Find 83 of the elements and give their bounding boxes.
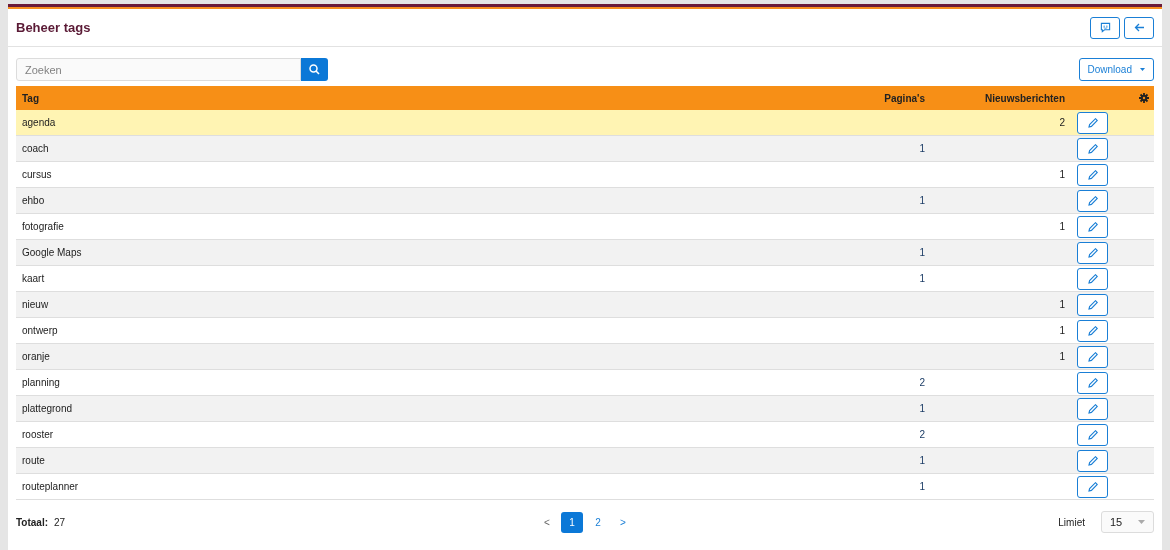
limit-dropdown[interactable]: 15 (1101, 511, 1154, 533)
pages-count: 1 (919, 455, 925, 466)
pages-count: 2 (919, 429, 925, 440)
edit-button[interactable] (1077, 345, 1108, 368)
search-icon (309, 64, 320, 75)
pencil-icon (1087, 325, 1098, 336)
pencil-icon (1087, 247, 1098, 258)
page-link[interactable]: 1 (561, 511, 583, 533)
caret-icon (1140, 68, 1145, 71)
edit-button[interactable] (1077, 137, 1108, 160)
tag-cell-text: oranje (21, 350, 51, 364)
search-field[interactable]: Zoeken (16, 58, 301, 81)
pages-count: 1 (919, 143, 925, 154)
feedback-button[interactable] (1090, 16, 1120, 39)
pencil-icon (1087, 403, 1098, 414)
tag-cell-text: plattegrond (21, 402, 74, 416)
edit-button[interactable] (1077, 397, 1108, 420)
tag-cell-text: kaart (21, 272, 46, 286)
arrow-left-icon (1133, 23, 1145, 32)
tag-cell-text: ontwerp (21, 324, 59, 338)
tag-cell-text: ehbo (21, 194, 46, 208)
tag-cell-text: route (21, 454, 46, 468)
edit-button[interactable] (1077, 189, 1108, 212)
news-count: 1 (1059, 169, 1065, 180)
pages-count: 1 (919, 247, 925, 258)
pencil-icon (1087, 429, 1098, 440)
pencil-icon (1087, 143, 1098, 154)
news-count: 1 (1059, 351, 1065, 362)
page-link[interactable]: 2 (587, 511, 609, 533)
pages-count: 2 (919, 377, 925, 388)
edit-button[interactable] (1077, 475, 1108, 498)
news-count: 1 (1059, 299, 1065, 310)
column-header: Pagina's (883, 91, 925, 106)
download-button[interactable]: Download (1078, 58, 1154, 81)
news-count: 1 (1059, 325, 1065, 336)
tag-cell-text: Google Maps (21, 246, 83, 260)
search-button[interactable] (301, 58, 328, 81)
edit-button[interactable] (1077, 267, 1108, 290)
total-value: 27 (54, 515, 66, 530)
edit-button[interactable] (1077, 163, 1108, 186)
limit-label: Limiet (1058, 515, 1085, 530)
pencil-icon (1087, 117, 1098, 128)
edit-button[interactable] (1077, 449, 1108, 472)
pages-count: 1 (919, 273, 925, 284)
total-label: Totaal: (16, 515, 49, 530)
tag-cell-text: routeplanner (21, 480, 80, 494)
tag-cell-text: cursus (21, 168, 53, 182)
pages-count: 1 (919, 403, 925, 414)
tag-cell-text: planning (21, 376, 61, 390)
news-count: 2 (1059, 117, 1065, 128)
edit-button[interactable] (1077, 241, 1108, 264)
tag-cell-text: nieuw (21, 298, 50, 312)
tag-cell-text: fotografie (21, 220, 65, 234)
pencil-icon (1087, 169, 1098, 180)
pencil-icon (1087, 221, 1098, 232)
next-page-link[interactable]: > (613, 512, 633, 532)
pencil-icon (1087, 351, 1098, 362)
pencil-icon (1087, 455, 1098, 466)
edit-button[interactable] (1077, 293, 1108, 316)
comment-icon (1099, 22, 1111, 33)
pages-count: 1 (919, 195, 925, 206)
caret-icon (1138, 520, 1145, 524)
column-header: Nieuwsberichten (983, 91, 1065, 106)
edit-button[interactable] (1077, 319, 1108, 342)
column-header: Tag (21, 91, 41, 106)
pencil-icon (1087, 299, 1098, 310)
pencil-icon (1087, 377, 1098, 388)
pencil-icon (1087, 195, 1098, 206)
back-button[interactable] (1124, 16, 1154, 39)
tag-cell-text: agenda (21, 116, 57, 130)
tag-cell-text: coach (21, 142, 50, 156)
previous-page-link[interactable]: < (537, 512, 557, 532)
edit-button[interactable] (1077, 111, 1108, 134)
news-count: 1 (1059, 221, 1065, 232)
pencil-icon (1087, 481, 1098, 492)
edit-button[interactable] (1077, 215, 1108, 238)
pencil-icon (1087, 273, 1098, 284)
tag-cell-text: rooster (21, 428, 55, 442)
page-title: Beheer tags (16, 18, 91, 37)
edit-button[interactable] (1077, 423, 1108, 446)
pages-count: 1 (919, 481, 925, 492)
edit-button[interactable] (1077, 371, 1108, 394)
settings-icon[interactable] (1139, 93, 1149, 103)
